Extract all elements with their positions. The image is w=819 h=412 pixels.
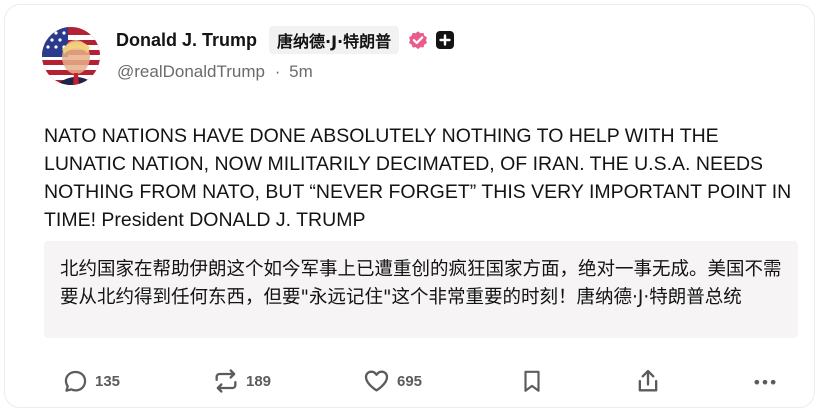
handle[interactable]: @realDonaldTrump bbox=[117, 62, 265, 81]
timestamp[interactable]: 5m bbox=[289, 62, 313, 81]
display-name[interactable]: Donald J. Trump bbox=[116, 30, 257, 51]
bookmark-button[interactable] bbox=[519, 366, 545, 396]
like-count: 695 bbox=[397, 372, 423, 390]
author-row: Donald J. Trump 唐纳德·J·特朗普 bbox=[116, 26, 455, 54]
repost-icon bbox=[215, 369, 237, 393]
verified-badge-icon bbox=[409, 31, 428, 50]
translation-box: 北约国家在帮助伊朗这个如今军事上已遭重创的疯狂国家方面，绝对一事无成。美国不需要… bbox=[44, 241, 798, 338]
post-text: NATO NATIONS HAVE DONE ABSOLUTELY NOTHIN… bbox=[44, 125, 792, 231]
plus-square-icon[interactable] bbox=[435, 30, 455, 50]
share-icon bbox=[638, 369, 658, 392]
avatar[interactable] bbox=[42, 27, 100, 85]
repost-button[interactable]: 189 bbox=[212, 366, 271, 396]
like-button[interactable]: 695 bbox=[362, 366, 422, 396]
bookmark-icon bbox=[524, 370, 540, 392]
name-translation-tag: 唐纳德·J·特朗普 bbox=[269, 26, 400, 54]
share-button[interactable] bbox=[634, 366, 662, 396]
more-icon bbox=[754, 379, 776, 385]
handle-row: @realDonaldTrump · 5m bbox=[117, 62, 313, 82]
action-bar: 135 189 695 bbox=[0, 366, 819, 396]
reply-count: 135 bbox=[95, 372, 121, 390]
heart-icon bbox=[364, 370, 389, 392]
repost-count: 189 bbox=[246, 372, 272, 390]
flag-avatar-image bbox=[42, 27, 100, 85]
separator: · bbox=[274, 62, 281, 81]
reply-button[interactable]: 135 bbox=[62, 366, 120, 396]
translation-text: 北约国家在帮助伊朗这个如今军事上已遭重创的疯狂国家方面，绝对一事无成。美国不需要… bbox=[60, 259, 782, 308]
more-button[interactable] bbox=[751, 366, 779, 396]
reply-icon bbox=[64, 370, 87, 392]
